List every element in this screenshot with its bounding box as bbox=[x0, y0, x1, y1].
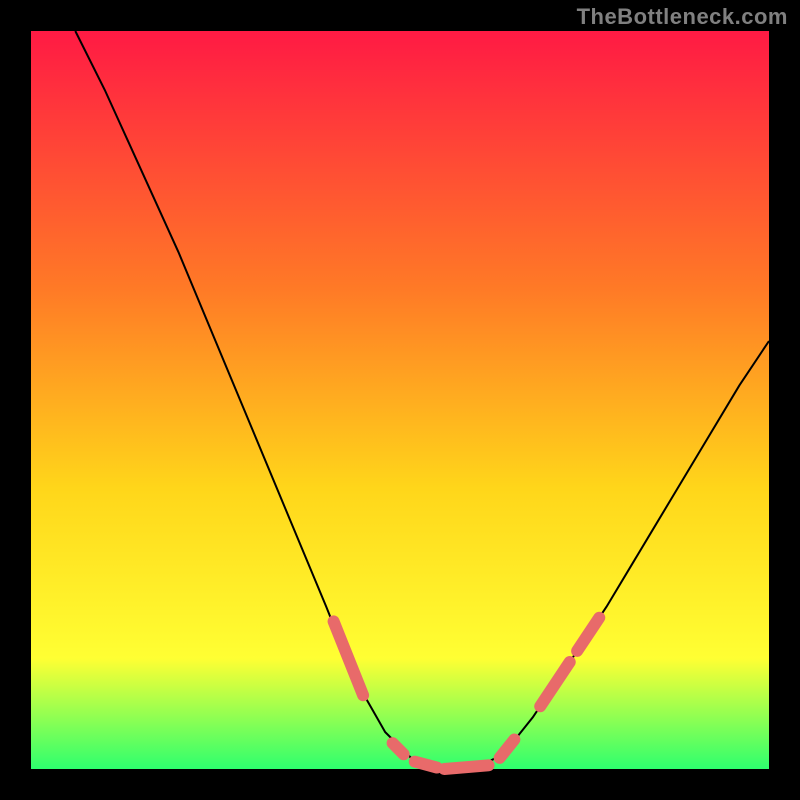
plot-background bbox=[31, 31, 769, 769]
marker-segment bbox=[444, 765, 488, 769]
marker-segment bbox=[415, 762, 437, 768]
marker-segment bbox=[393, 743, 404, 754]
bottleneck-curve-chart bbox=[0, 0, 800, 800]
watermark-text: TheBottleneck.com bbox=[577, 4, 788, 30]
chart-frame: { "watermark": "TheBottleneck.com", "col… bbox=[0, 0, 800, 800]
